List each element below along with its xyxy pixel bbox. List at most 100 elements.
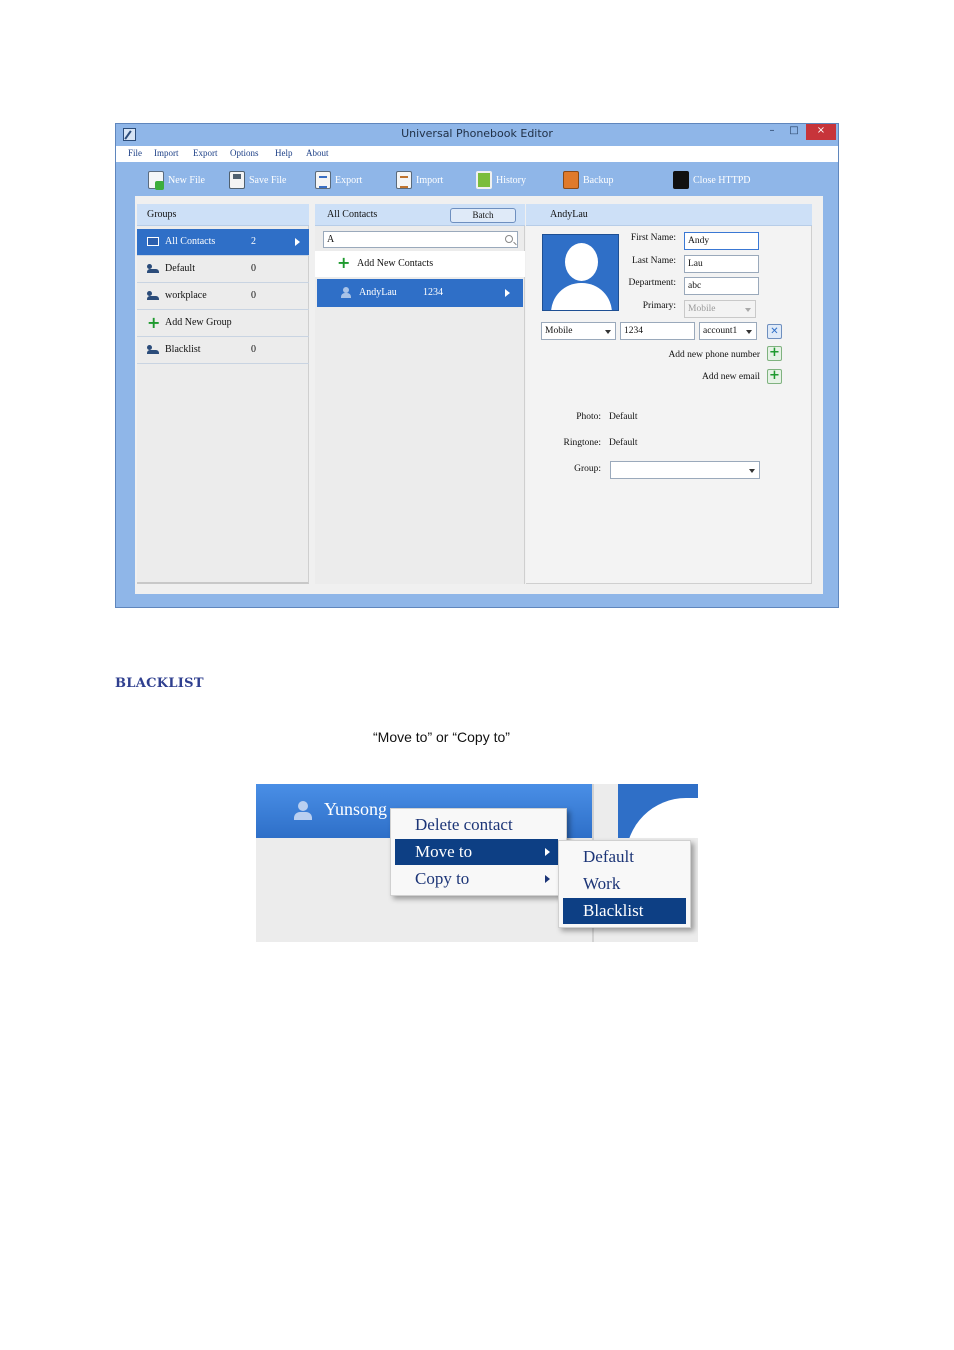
group-count: 0	[251, 290, 256, 301]
context-menu-screenshot: Yunsong Delete contact Move to Copy to D…	[256, 784, 698, 942]
person-icon	[294, 801, 312, 821]
avatar[interactable]	[542, 234, 619, 311]
search-input[interactable]: A	[323, 231, 518, 248]
chevron-down-icon	[745, 308, 751, 312]
chevron-right-icon	[505, 289, 510, 297]
group-icon	[147, 291, 159, 300]
add-email-label: Add new email	[701, 372, 760, 382]
group-item-workplace[interactable]: workplace 0	[137, 283, 309, 310]
group-item-all-contacts[interactable]: All Contacts 2	[137, 229, 309, 256]
chevron-right-icon	[545, 848, 550, 856]
group-count: 0	[251, 263, 256, 274]
main-content: Groups All Contacts 2 Default 0 workplac…	[135, 196, 823, 594]
group-label: Default	[165, 263, 195, 274]
contacts-card-icon	[147, 237, 159, 246]
photo-value[interactable]: Default	[609, 412, 638, 422]
phone-type-value: Mobile	[545, 326, 573, 336]
import-label: Import	[416, 174, 444, 186]
ringtone-label: Ringtone:	[563, 438, 601, 448]
submenu-item-default[interactable]: Default	[563, 844, 686, 870]
primary-label: Primary:	[642, 301, 676, 311]
menu-help[interactable]: Help	[275, 148, 293, 158]
menu-options[interactable]: Options	[230, 148, 259, 158]
contact-row[interactable]: AndyLau 1234	[317, 279, 523, 307]
add-phone-label: Add new phone number	[668, 350, 760, 360]
chevron-down-icon	[605, 330, 611, 334]
submenu-item-blacklist[interactable]: Blacklist	[563, 898, 686, 924]
history-button[interactable]: History	[476, 170, 526, 190]
export-button[interactable]: Export	[315, 170, 362, 190]
department-label: Department:	[628, 278, 676, 288]
phone-account-value: account1	[703, 326, 738, 336]
batch-button[interactable]: Batch	[450, 208, 516, 223]
group-label: Add New Group	[165, 317, 232, 328]
department-field[interactable]: abc	[684, 277, 759, 295]
add-phone-button[interactable]: +	[767, 346, 782, 361]
last-name-field[interactable]: Lau	[684, 255, 759, 273]
submenu-item-work[interactable]: Work	[563, 871, 686, 897]
add-new-group-button[interactable]: + Add New Group	[137, 310, 309, 337]
import-icon	[396, 171, 412, 189]
phone-account-select[interactable]: account1	[699, 322, 757, 340]
minimize-button[interactable]: –	[762, 124, 782, 140]
contact-name: Yunsong	[324, 799, 388, 819]
group-icon	[147, 345, 159, 354]
contact-detail-panel: AndyLau First Name: Andy Last Name: Lau …	[526, 204, 812, 584]
save-file-button[interactable]: Save File	[229, 170, 287, 190]
menu-export[interactable]: Export	[193, 148, 218, 158]
chevron-down-icon	[749, 469, 755, 473]
group-item-blacklist[interactable]: Blacklist 0	[137, 337, 309, 364]
last-name-label: Last Name:	[631, 256, 676, 266]
menu-about[interactable]: About	[306, 148, 329, 158]
close-httpd-button[interactable]: Close HTTPD	[673, 170, 751, 190]
menu-item-delete-contact[interactable]: Delete contact	[395, 812, 562, 838]
app-window: Universal Phonebook Editor – □ × File Im…	[115, 123, 839, 608]
plus-icon: +	[337, 253, 351, 272]
contact-name: AndyLau	[359, 287, 397, 298]
instruction-text: “Move to” or “Copy to”	[373, 729, 510, 745]
toolbar: New File Save File Export Import History…	[116, 162, 838, 196]
primary-value: Mobile	[688, 304, 716, 314]
add-contact-label: Add New Contacts	[357, 258, 434, 269]
context-menu: Delete contact Move to Copy to	[390, 808, 567, 896]
plus-icon: +	[147, 313, 161, 332]
person-icon	[341, 287, 351, 298]
chevron-right-icon	[545, 875, 550, 883]
phone-number-field[interactable]: 1234	[620, 322, 695, 340]
group-icon	[147, 264, 159, 273]
window-title: Universal Phonebook Editor	[401, 127, 553, 140]
maximize-button[interactable]: □	[784, 124, 804, 140]
backup-button[interactable]: Backup	[563, 170, 614, 190]
group-label: Group:	[574, 464, 601, 474]
close-button[interactable]: ×	[806, 124, 836, 140]
search-value: A	[327, 234, 335, 245]
first-name-field[interactable]: Andy	[684, 232, 759, 250]
menu-item-label: Move to	[415, 842, 473, 861]
contacts-panel: All Contacts Batch A + Add New Contacts …	[315, 204, 525, 584]
export-label: Export	[335, 174, 363, 186]
search-icon[interactable]	[505, 235, 513, 243]
group-item-default[interactable]: Default 0	[137, 256, 309, 283]
menu-file[interactable]: File	[128, 148, 142, 158]
group-select[interactable]	[610, 461, 760, 479]
move-to-submenu: Default Work Blacklist	[558, 840, 691, 928]
new-file-button[interactable]: New File	[148, 170, 205, 190]
history-label: History	[496, 174, 526, 186]
close-httpd-label: Close HTTPD	[693, 174, 751, 186]
groups-header: Groups	[137, 204, 309, 226]
add-email-button[interactable]: +	[767, 369, 782, 384]
ringtone-value[interactable]: Default	[609, 438, 638, 448]
menu-item-label: Copy to	[415, 869, 470, 888]
export-icon	[315, 171, 331, 189]
import-button[interactable]: Import	[396, 170, 443, 190]
avatar-head	[565, 243, 598, 281]
menu-import[interactable]: Import	[154, 148, 179, 158]
contact-phone: 1234	[423, 287, 443, 298]
groups-panel: Groups All Contacts 2 Default 0 workplac…	[137, 204, 309, 584]
add-new-contact-button[interactable]: + Add New Contacts	[315, 251, 525, 277]
phone-type-select[interactable]: Mobile	[541, 322, 616, 340]
remove-phone-button[interactable]: ✕	[767, 324, 782, 339]
primary-select: Mobile	[684, 300, 756, 318]
menu-item-move-to[interactable]: Move to	[395, 839, 558, 865]
menu-item-copy-to[interactable]: Copy to	[395, 866, 558, 892]
